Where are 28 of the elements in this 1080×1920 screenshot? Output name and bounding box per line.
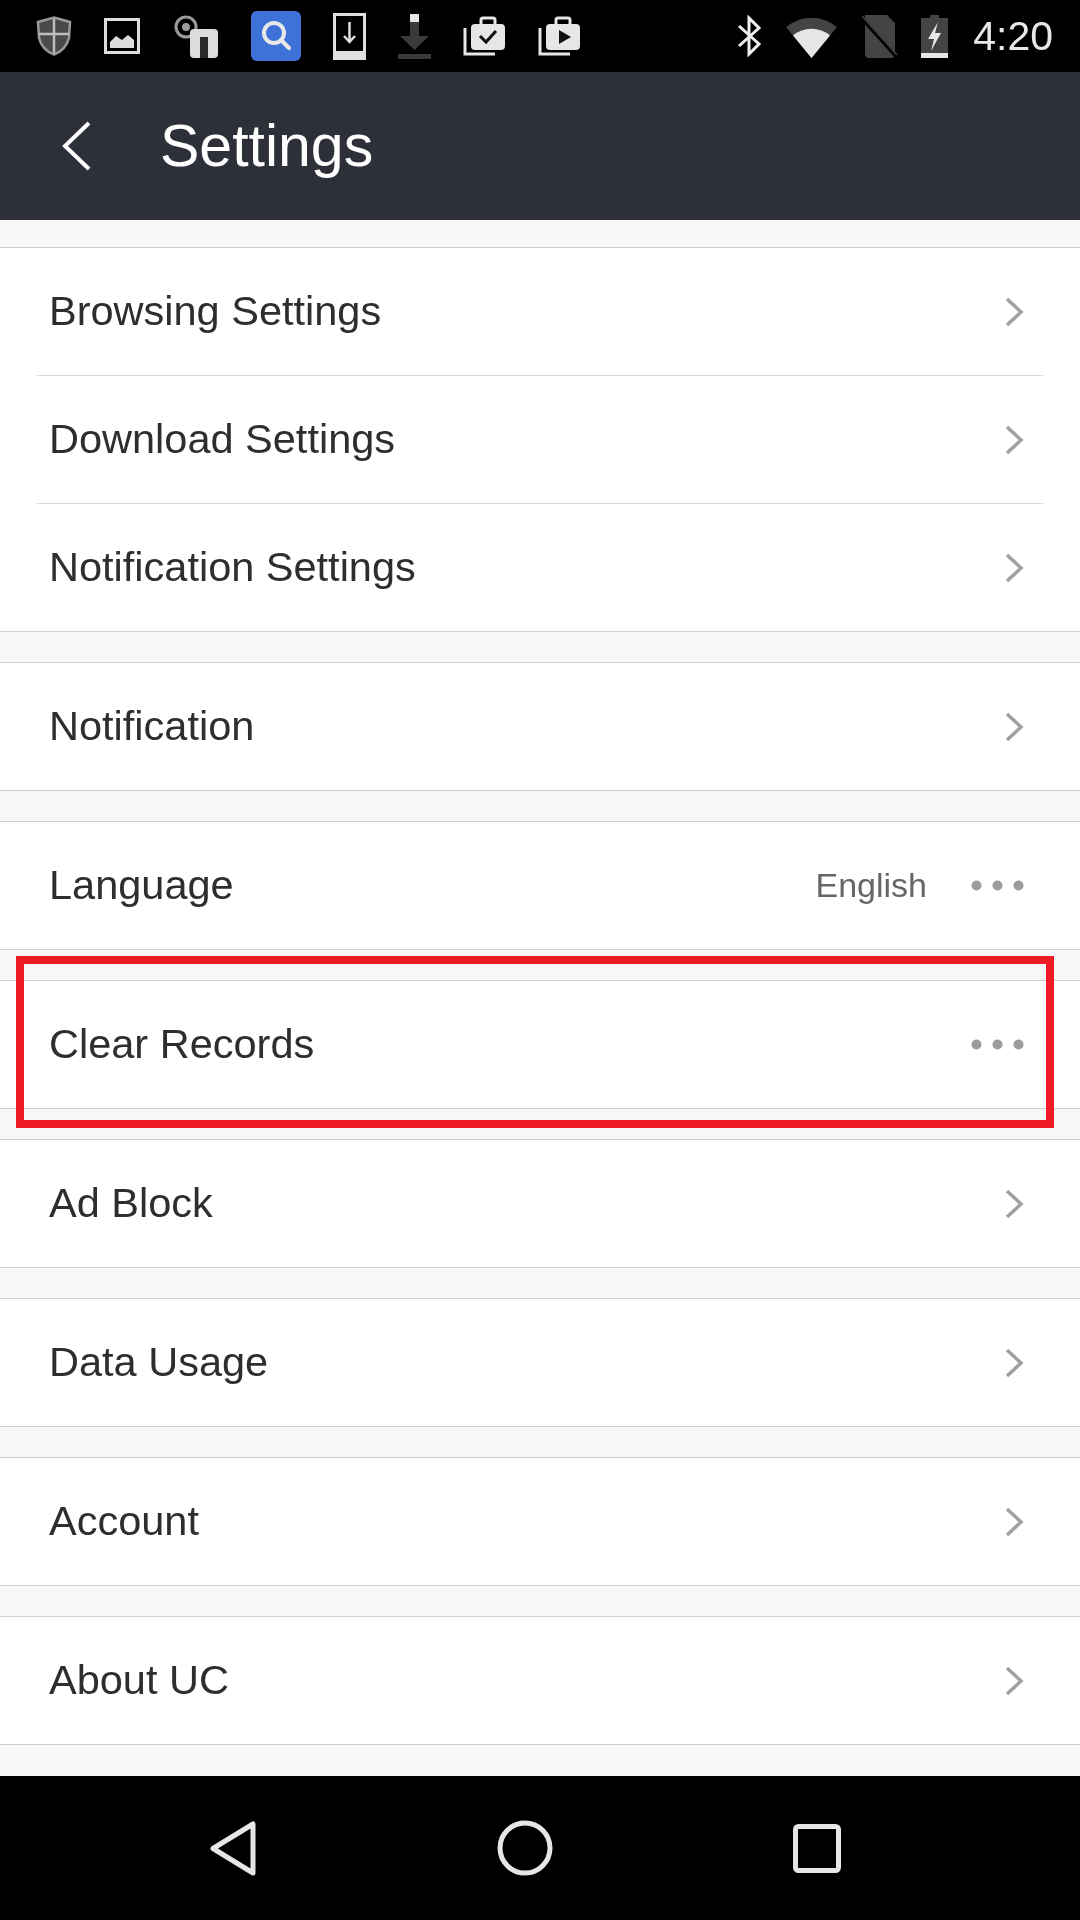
download-icon (398, 13, 431, 59)
no-sim-icon (860, 14, 899, 58)
more-dots-icon (971, 1039, 1024, 1050)
recents-button[interactable] (793, 1823, 841, 1873)
back-button[interactable] (61, 121, 92, 171)
chevron-right-icon (1004, 424, 1024, 455)
app-notification-icon (172, 13, 219, 59)
chevron-right-icon (1004, 1188, 1024, 1219)
briefcase-check-icon (463, 16, 506, 56)
image-icon (104, 18, 140, 54)
search-app-icon (251, 11, 301, 61)
current-value: English (815, 865, 927, 906)
battery-charging-icon (920, 14, 950, 58)
chevron-right-icon (1004, 1665, 1024, 1696)
briefcase-play-icon (538, 16, 581, 56)
chevron-right-icon (1004, 1347, 1024, 1378)
chevron-right-icon (1004, 296, 1024, 327)
chevron-right-icon (1004, 552, 1024, 583)
chevron-right-icon (1004, 1506, 1024, 1537)
screen-title: Settings (160, 113, 374, 179)
home-button[interactable] (497, 1820, 553, 1876)
bluetooth-icon (735, 15, 764, 57)
clock-time: 4:20 (973, 15, 1053, 57)
phone-download-icon (333, 12, 366, 60)
more-dots-icon (971, 880, 1024, 891)
back-nav-button[interactable] (209, 1820, 257, 1876)
shield-icon (36, 16, 72, 56)
chevron-right-icon (1004, 711, 1024, 742)
